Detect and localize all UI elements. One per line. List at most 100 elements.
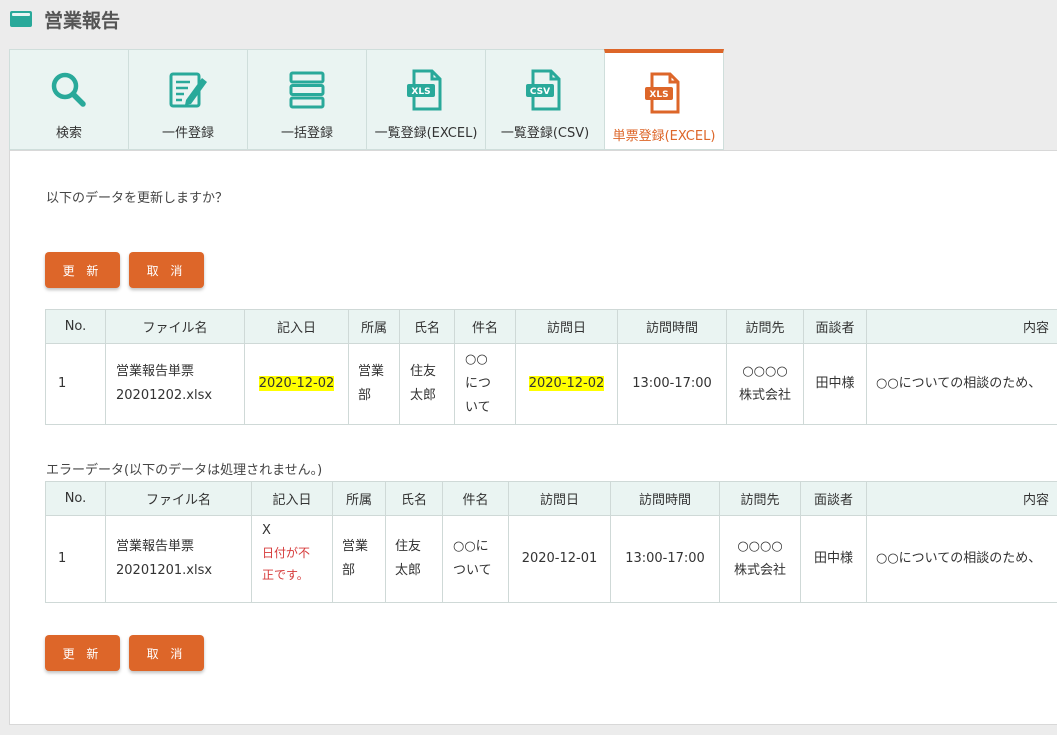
svg-text:XLS: XLS bbox=[411, 87, 430, 97]
col-header-interviewer: 面談者 bbox=[803, 309, 867, 344]
col-header-dept: 所属 bbox=[332, 481, 386, 516]
xls-file-icon: XLS bbox=[645, 72, 680, 114]
cell-entry-date: X 日付が不 正です。 bbox=[251, 515, 333, 603]
cell-filename: 営業報告単票 20201201.xlsx bbox=[105, 515, 252, 603]
tab-bulk-register[interactable]: 一括登録 bbox=[247, 49, 366, 150]
tab-list-register-excel[interactable]: XLS 一覧登録(EXCEL) bbox=[366, 49, 485, 150]
csv-file-icon: CSV bbox=[526, 69, 561, 111]
cell-no: 1 bbox=[45, 343, 106, 425]
filename-line: 20201201.xlsx bbox=[116, 563, 213, 578]
name-line: 住友 bbox=[410, 364, 437, 379]
cell-dept: 営業 部 bbox=[348, 343, 400, 425]
app-header: 営業報告 bbox=[10, 6, 120, 32]
subject-line: いて bbox=[465, 400, 491, 415]
entry-date-value: 2020-12-02 bbox=[258, 376, 335, 391]
tab-label: 一括登録 bbox=[280, 126, 333, 141]
tab-list-register-csv[interactable]: CSV 一覧登録(CSV) bbox=[485, 49, 604, 150]
cell-name: 住友 太郎 bbox=[385, 515, 443, 603]
cell-content: ○○についての相談のため、 bbox=[866, 343, 1057, 425]
subject-line: ○○に bbox=[453, 539, 489, 554]
edit-form-icon bbox=[169, 72, 207, 108]
table-header-row: No. ファイル名 記入日 所属 氏名 件名 訪問日 訪問時間 訪問先 面談者 … bbox=[45, 481, 1057, 516]
col-header-subject: 件名 bbox=[454, 309, 516, 344]
page-title: 営業報告 bbox=[44, 9, 121, 32]
cell-interviewer: 田中様 bbox=[803, 343, 867, 425]
subject-line: につ bbox=[465, 376, 492, 391]
entry-date-error: 日付が不 bbox=[262, 546, 311, 560]
error-data-caption: エラーデータ(以下のデータは処理されません。) bbox=[46, 463, 323, 478]
name-line: 太郎 bbox=[395, 563, 422, 578]
col-header-filename: ファイル名 bbox=[105, 481, 252, 516]
table-row: 1 営業報告単票 20201201.xlsx X 日付が不 正です。 営業 部 … bbox=[45, 515, 1057, 603]
destination-line: 株式会社 bbox=[733, 563, 786, 578]
cell-subject: ○○に ついて bbox=[442, 515, 509, 603]
update-button-bottom[interactable]: 更 新 bbox=[45, 635, 120, 671]
col-header-subject: 件名 bbox=[442, 481, 509, 516]
col-header-content: 内容 bbox=[866, 309, 1057, 344]
tab-label: 一覧登録(CSV) bbox=[500, 126, 590, 141]
cell-interviewer: 田中様 bbox=[800, 515, 867, 603]
tab-single-register[interactable]: 一件登録 bbox=[128, 49, 247, 150]
name-line: 太郎 bbox=[410, 388, 437, 403]
cancel-button-bottom[interactable]: 取 消 bbox=[129, 635, 204, 671]
error-data-table: No. ファイル名 記入日 所属 氏名 件名 訪問日 訪問時間 訪問先 面談者 … bbox=[45, 481, 1057, 603]
col-header-visit-date: 訪問日 bbox=[515, 309, 618, 344]
tab-label: 単票登録(EXCEL) bbox=[612, 129, 716, 144]
col-header-no: No. bbox=[45, 309, 106, 344]
cancel-button[interactable]: 取 消 bbox=[129, 252, 204, 288]
destination-line: ○○○○ bbox=[737, 539, 783, 554]
col-header-visit-date: 訪問日 bbox=[508, 481, 611, 516]
table-header-row: No. ファイル名 記入日 所属 氏名 件名 訪問日 訪問時間 訪問先 面談者 … bbox=[45, 309, 1057, 344]
col-header-name: 氏名 bbox=[385, 481, 443, 516]
svg-text:CSV: CSV bbox=[530, 87, 550, 97]
cell-content: ○○についての相談のため、 bbox=[866, 515, 1057, 603]
cell-filename: 営業報告単票 20201202.xlsx bbox=[105, 343, 245, 425]
cell-subject: ○○ につ いて bbox=[454, 343, 516, 425]
col-header-interviewer: 面談者 bbox=[800, 481, 867, 516]
col-header-entry-date: 記入日 bbox=[244, 309, 349, 344]
visit-date-value: 2020-12-02 bbox=[528, 376, 605, 391]
entry-date-value: X bbox=[262, 523, 271, 538]
cell-no: 1 bbox=[45, 515, 106, 603]
cell-visit-time: 13:00-17:00 bbox=[610, 515, 720, 603]
tab-bar: 検索 一件登録 一括登録 XLS 一覧登録(EXCEL) CSV 一覧登録(CS… bbox=[9, 49, 724, 150]
dept-line: 部 bbox=[358, 388, 372, 403]
dept-line: 営業 bbox=[358, 364, 385, 379]
tab-form-register-excel[interactable]: XLS 単票登録(EXCEL) bbox=[604, 49, 724, 150]
update-button[interactable]: 更 新 bbox=[45, 252, 120, 288]
cell-visit-date: 2020-12-02 bbox=[515, 343, 618, 425]
update-data-table: No. ファイル名 記入日 所属 氏名 件名 訪問日 訪問時間 訪問先 面談者 … bbox=[45, 309, 1057, 425]
destination-line: ○○○○ bbox=[742, 364, 788, 379]
col-header-destination: 訪問先 bbox=[726, 309, 804, 344]
col-header-no: No. bbox=[45, 481, 106, 516]
tab-label: 一件登録 bbox=[161, 126, 214, 141]
subject-line: ○○ bbox=[465, 352, 488, 367]
xls-file-icon: XLS bbox=[407, 69, 442, 111]
col-header-name: 氏名 bbox=[399, 309, 455, 344]
subject-line: ついて bbox=[453, 563, 492, 578]
cell-name: 住友 太郎 bbox=[399, 343, 455, 425]
col-header-filename: ファイル名 bbox=[105, 309, 245, 344]
search-icon bbox=[51, 72, 86, 107]
tab-search[interactable]: 検索 bbox=[9, 49, 128, 150]
svg-text:XLS: XLS bbox=[649, 90, 668, 100]
filename-line: 営業報告単票 bbox=[116, 364, 195, 379]
window-icon bbox=[10, 11, 32, 27]
col-header-visit-time: 訪問時間 bbox=[610, 481, 720, 516]
cell-entry-date: 2020-12-02 bbox=[244, 343, 349, 425]
confirm-message: 以下のデータを更新しますか？ bbox=[46, 191, 229, 206]
dept-line: 営業 bbox=[342, 539, 369, 554]
cell-visit-date: 2020-12-01 bbox=[508, 515, 611, 603]
tab-label: 検索 bbox=[55, 126, 82, 141]
entry-date-error: 正です。 bbox=[262, 568, 309, 582]
dept-line: 部 bbox=[342, 563, 356, 578]
tab-label: 一覧登録(EXCEL) bbox=[374, 126, 478, 141]
cell-visit-time: 13:00-17:00 bbox=[617, 343, 727, 425]
col-header-visit-time: 訪問時間 bbox=[617, 309, 727, 344]
name-line: 住友 bbox=[395, 539, 422, 554]
filename-line: 20201202.xlsx bbox=[116, 388, 213, 403]
cell-destination: ○○○○ 株式会社 bbox=[726, 343, 804, 425]
destination-line: 株式会社 bbox=[738, 388, 791, 403]
content-panel: 以下のデータを更新しますか？ 更 新 取 消 No. ファイル名 記入日 所属 … bbox=[9, 150, 1057, 725]
col-header-content: 内容 bbox=[866, 481, 1057, 516]
